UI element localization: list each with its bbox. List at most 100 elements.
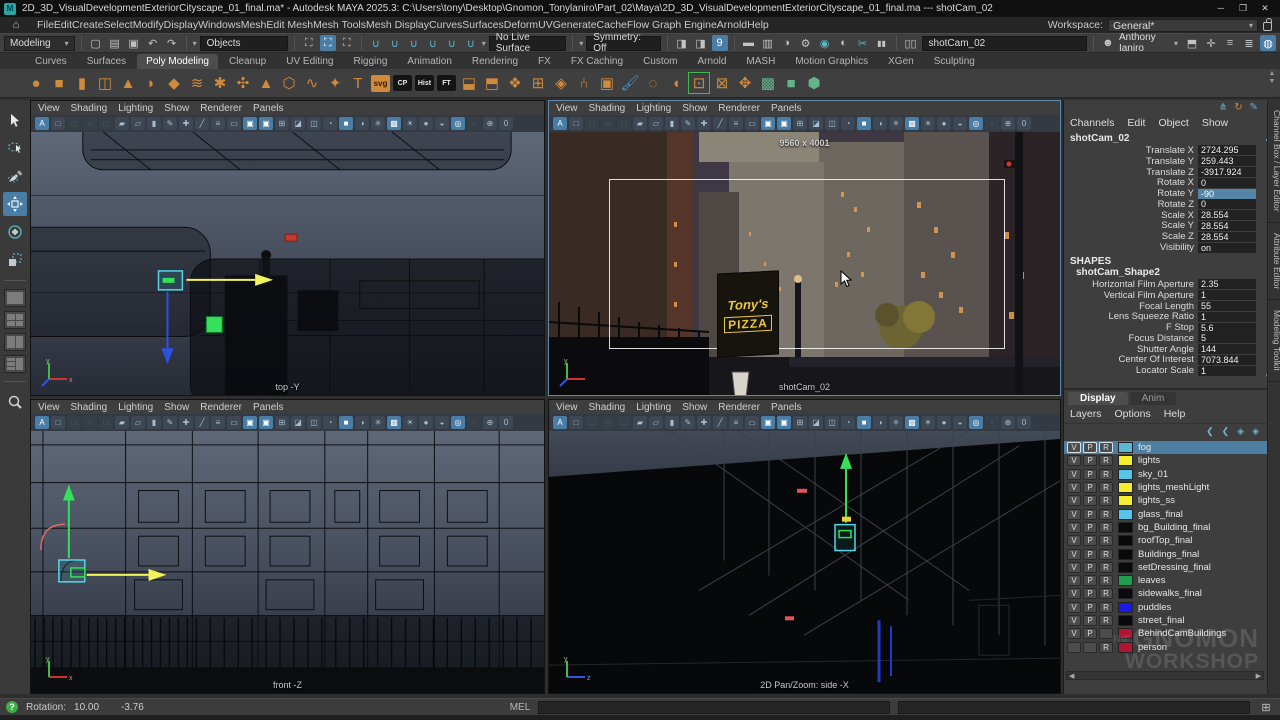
viewport-toolbar-icon[interactable]: ✎ [163,416,177,429]
viewport-toolbar-icon[interactable]: ◎ [451,416,465,429]
channel-manipulator-icon[interactable]: ⋔ [1219,102,1227,113]
viewport-toolbar-icon[interactable]: ✚ [697,117,711,130]
layer-color-swatch[interactable] [1118,482,1133,493]
channel-label[interactable]: Lens Squeeze Ratio [1108,311,1194,322]
viewport-top[interactable]: ViewShadingLightingShowRendererPanels A□… [30,100,545,396]
snap-view-plane-icon[interactable]: ∪ [444,35,460,51]
menu-item[interactable]: UV [538,19,553,31]
shelf-tab[interactable]: Arnold [689,54,736,69]
viewport-shotcam[interactable]: ViewShadingLightingShowRendererPanels A□… [548,100,1061,396]
viewport-toolbar-icon[interactable]: ≡ [211,416,225,429]
menu-set-dropdown[interactable]: Modeling▾ [4,36,75,51]
layer-row[interactable]: V P R street_final [1064,614,1267,627]
menu-item[interactable]: Mesh Tools [313,19,366,31]
shelf-tab[interactable]: Animation [398,54,460,69]
layer-visibility-toggle[interactable]: V [1067,615,1081,626]
viewport-toolbar-icon[interactable]: ◑ [873,416,887,429]
shelf-tool-icon[interactable]: ⬒ [482,73,502,93]
channel-box-menu-item[interactable]: Edit [1127,117,1145,129]
scroll-down-icon[interactable]: ▼ [1266,78,1278,86]
channel-label[interactable]: Scale Z [1162,231,1194,242]
viewport-toolbar-icon[interactable]: □ [67,117,81,130]
viewport-toolbar-icon[interactable]: ▣ [777,117,791,130]
viewport-menu-item[interactable]: Shading [71,103,108,114]
viewport-toolbar-icon[interactable]: A [35,117,49,130]
channel-box-menu-item[interactable]: Channels [1070,117,1114,129]
viewport-toolbar-icon[interactable]: ✎ [681,117,695,130]
viewport-toolbar-icon[interactable]: ╱ [713,416,727,429]
layer-visibility-toggle[interactable]: V [1067,535,1081,546]
layer-row[interactable]: V P R glass_final [1064,507,1267,520]
shelf-tool-icon[interactable]: ⬡ [279,73,299,93]
viewport-menu-item[interactable]: Panels [253,402,284,413]
layer-display-type-toggle[interactable] [1099,628,1113,639]
channel-label[interactable]: Rotate X [1157,177,1194,188]
viewport-toolbar-icon[interactable]: ◫ [307,416,321,429]
layer-row[interactable]: V P BehindCamBuildings [1064,627,1267,640]
hypershade-icon[interactable]: ◉ [817,35,833,51]
scale-tool[interactable] [3,248,27,272]
new-scene-icon[interactable]: ▢ [88,35,104,51]
viewport-toolbar-icon[interactable]: ▭ [745,416,759,429]
layer-display-type-toggle[interactable]: R [1099,575,1113,586]
menu-item[interactable]: Windows [198,19,241,31]
layer-row[interactable]: V P R leaves [1064,574,1267,587]
channel-value-field[interactable]: 7073.844 [1198,355,1256,365]
layer-visibility-toggle[interactable]: V [1067,602,1081,613]
layer-name[interactable]: roofTop_final [1138,535,1192,546]
render-sequence-icon[interactable]: ▥ [760,35,776,51]
shelf-tab[interactable]: Cleanup [220,54,275,69]
chevron-down-icon[interactable]: ▾ [482,39,486,48]
layout-single-pane-button[interactable] [4,289,26,307]
viewport-canvas-front[interactable]: xy front -Z [31,431,544,693]
layer-color-swatch[interactable] [1118,575,1133,586]
viewport-toolbar-icon[interactable]: ◎ [451,117,465,130]
viewport-toolbar-icon[interactable]: ◎ [969,416,983,429]
viewport-toolbar-icon[interactable]: ● [937,416,951,429]
viewport-toolbar-icon[interactable]: □ [99,416,113,429]
viewport-toolbar-icon[interactable]: ▱ [649,416,663,429]
layer-visibility-toggle[interactable]: V [1067,562,1081,573]
viewport-menu-item[interactable]: Shading [589,103,626,114]
layer-display-type-toggle[interactable]: R [1099,455,1113,466]
viewport-toolbar-icon[interactable]: ⊞ [793,416,807,429]
sidebar-perspective-icon[interactable]: ◍ [1260,35,1276,51]
viewport-toolbar-icon[interactable]: ◪ [291,117,305,130]
selection-filter-field[interactable]: Objects [200,36,288,51]
redo-icon[interactable]: ↷ [164,35,180,51]
layer-display-type-toggle[interactable]: R [1099,549,1113,560]
viewport-toolbar-icon[interactable]: ▣ [259,416,273,429]
viewport-toolbar-icon[interactable]: ◔ [841,117,855,130]
viewport-menu-item[interactable]: Renderer [718,103,760,114]
viewport-menu-item[interactable]: Lighting [636,402,671,413]
viewport-toolbar-icon[interactable]: ▮ [665,117,679,130]
viewport-toolbar-icon[interactable]: ▭ [227,416,241,429]
viewport-toolbar-icon[interactable]: ■ [857,416,871,429]
viewport-toolbar-icon[interactable]: ▣ [259,117,273,130]
select-component-icon[interactable]: ⛶ [339,35,355,51]
paint-select-tool[interactable] [3,164,27,188]
viewport-toolbar-icon[interactable]: ▭ [227,117,241,130]
layer-color-swatch[interactable] [1118,509,1133,520]
channel-value-field[interactable]: 2724.295 [1198,145,1256,155]
layout-four-pane-button[interactable] [4,311,26,329]
shape-node-name[interactable]: shotCam_Shape2 [1076,267,1160,278]
viewport-toolbar-icon[interactable]: ▩ [905,117,919,130]
viewport-toolbar-icon[interactable]: ✚ [179,117,193,130]
viewport-toolbar-icon[interactable]: ⊕ [1001,416,1015,429]
layer-name[interactable]: puddles [1138,602,1171,613]
script-editor-icon[interactable]: ⊞ [1258,699,1274,715]
layer-color-swatch[interactable] [1118,495,1133,506]
layer-visibility-toggle[interactable]: V [1067,455,1081,466]
home-icon[interactable]: ⌂ [8,17,24,33]
channel-label[interactable]: Visibility [1160,242,1194,253]
separator[interactable] [572,36,573,50]
viewport-toolbar-icon[interactable]: ■ [339,416,353,429]
shelf-tool-icon[interactable]: ▩ [758,73,778,93]
construction-history-icon[interactable]: 9 [712,35,728,51]
menu-item[interactable]: Display [164,19,198,31]
command-result-field[interactable] [898,701,1250,714]
layer-display-type-toggle[interactable]: R [1099,615,1113,626]
viewport-toolbar-icon[interactable]: ▩ [387,416,401,429]
layer-display-type-toggle[interactable]: R [1099,509,1113,520]
